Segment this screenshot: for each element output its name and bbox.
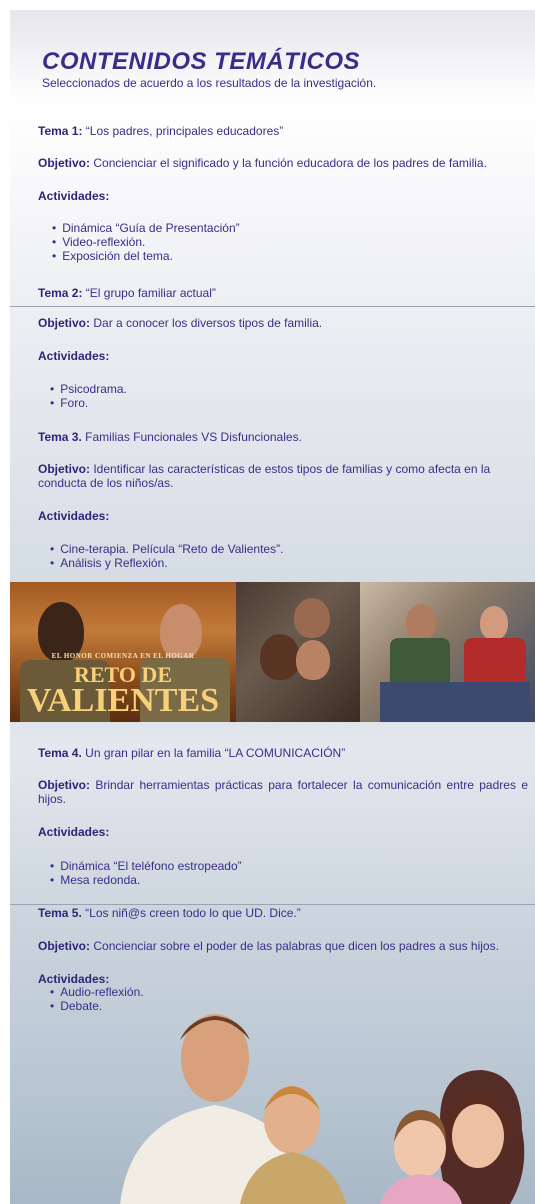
- objetivo-5-line: Objetivo: Concienciar sobre el poder de …: [38, 939, 499, 953]
- tema-1-label: Tema 1:: [38, 124, 83, 138]
- list-item: Psicodrama.: [50, 382, 127, 396]
- tema-2-label: Tema 2:: [38, 286, 83, 300]
- objetivo-2-label: Objetivo:: [38, 316, 91, 330]
- actividades-1-label: Actividades:: [38, 189, 110, 203]
- tema-4-label: Tema 4.: [38, 746, 82, 760]
- tema-5-label: Tema 5.: [38, 906, 82, 920]
- list-item: Video-reflexión.: [52, 235, 240, 249]
- objetivo-4-text: Brindar herramientas prácticas para fort…: [38, 778, 528, 806]
- actividades-2-list: Psicodrama. Foro.: [50, 382, 127, 410]
- tema-5-line: Tema 5. “Los niñ@s creen todo lo que UD.…: [38, 906, 301, 920]
- tema-2-text: “El grupo familiar actual”: [82, 286, 216, 300]
- tema-4-line: Tema 4. Un gran pilar en la familia “LA …: [38, 746, 345, 760]
- tema-1-line: Tema 1: “Los padres, principales educado…: [38, 124, 283, 138]
- page-subtitle: Seleccionados de acuerdo a los resultado…: [42, 76, 377, 90]
- tema-2-line: Tema 2: “El grupo familiar actual”: [38, 286, 216, 300]
- list-item: Exposición del tema.: [52, 249, 240, 263]
- list-item: Cine-terapia. Película “Reto de Valiente…: [50, 542, 283, 556]
- tema-5-text: “Los niñ@s creen todo lo que UD. Dice.”: [81, 906, 301, 920]
- actividades-4-label: Actividades:: [38, 825, 110, 839]
- objetivo-5-text: Concienciar sobre el poder de las palabr…: [90, 939, 499, 953]
- actividades-3-list: Cine-terapia. Película “Reto de Valiente…: [50, 542, 283, 570]
- objetivo-3-text: Identificar las características de estos…: [38, 462, 491, 490]
- objetivo-5-label: Objetivo:: [38, 939, 91, 953]
- tema-3-label: Tema 3.: [38, 430, 82, 444]
- movie-poster-image: EL HONOR COMIENZA EN EL HOGAR RETO DE VA…: [10, 582, 236, 722]
- objetivo-2-text: Dar a conocer los diversos tipos de fami…: [90, 316, 323, 330]
- divider: [10, 306, 535, 307]
- objetivo-3-label: Objetivo:: [38, 462, 91, 476]
- actividades-3-label: Actividades:: [38, 509, 110, 523]
- divider: [10, 904, 535, 905]
- movie-tagline: EL HONOR COMIENZA EN EL HOGAR: [51, 652, 195, 660]
- list-item: Dinámica “Guía de Presentación”: [52, 221, 239, 235]
- family-hug-photo: [236, 582, 360, 722]
- family-photo: [10, 970, 535, 1204]
- list-item: Mesa redonda.: [50, 873, 242, 887]
- tema-1-text: “Los padres, principales educadores”: [82, 124, 284, 138]
- tema-4-text: Un gran pilar en la familia “LA COMUNICA…: [81, 746, 346, 760]
- objetivo-1-line: Objetivo: Concienciar el significado y l…: [38, 156, 487, 170]
- page-title: CONTENIDOS TEMÁTICOS: [42, 48, 361, 75]
- objetivo-1-label: Objetivo:: [38, 156, 91, 170]
- tema-3-line: Tema 3. Familias Funcionales VS Disfunci…: [38, 430, 302, 444]
- video-game-photo: [360, 582, 535, 722]
- objetivo-2-line: Objetivo: Dar a conocer los diversos tip…: [38, 316, 322, 330]
- photo-strip: EL HONOR COMIENZA EN EL HOGAR RETO DE VA…: [10, 582, 535, 722]
- document-page: CONTENIDOS TEMÁTICOS Seleccionados de ac…: [10, 10, 535, 1204]
- actividades-1-list: Dinámica “Guía de Presentación” Video-re…: [52, 221, 240, 263]
- objetivo-1-text: Concienciar el significado y la función …: [90, 156, 487, 170]
- tema-3-text: Familias Funcionales VS Disfuncionales.: [81, 430, 302, 444]
- actividades-4-list: Dinámica “El teléfono estropeado” Mesa r…: [50, 859, 242, 887]
- movie-title-line2: VALIENTES: [26, 682, 220, 719]
- objetivo-4-line: Objetivo: Brindar herramientas prácticas…: [38, 778, 528, 806]
- objetivo-3-line: Objetivo: Identificar las característica…: [38, 462, 528, 490]
- list-item: Análisis y Reflexión.: [50, 556, 283, 570]
- list-item: Foro.: [50, 396, 127, 410]
- actividades-2-label: Actividades:: [38, 349, 110, 363]
- list-item: Dinámica “El teléfono estropeado”: [50, 859, 241, 873]
- objetivo-4-label: Objetivo:: [38, 778, 91, 792]
